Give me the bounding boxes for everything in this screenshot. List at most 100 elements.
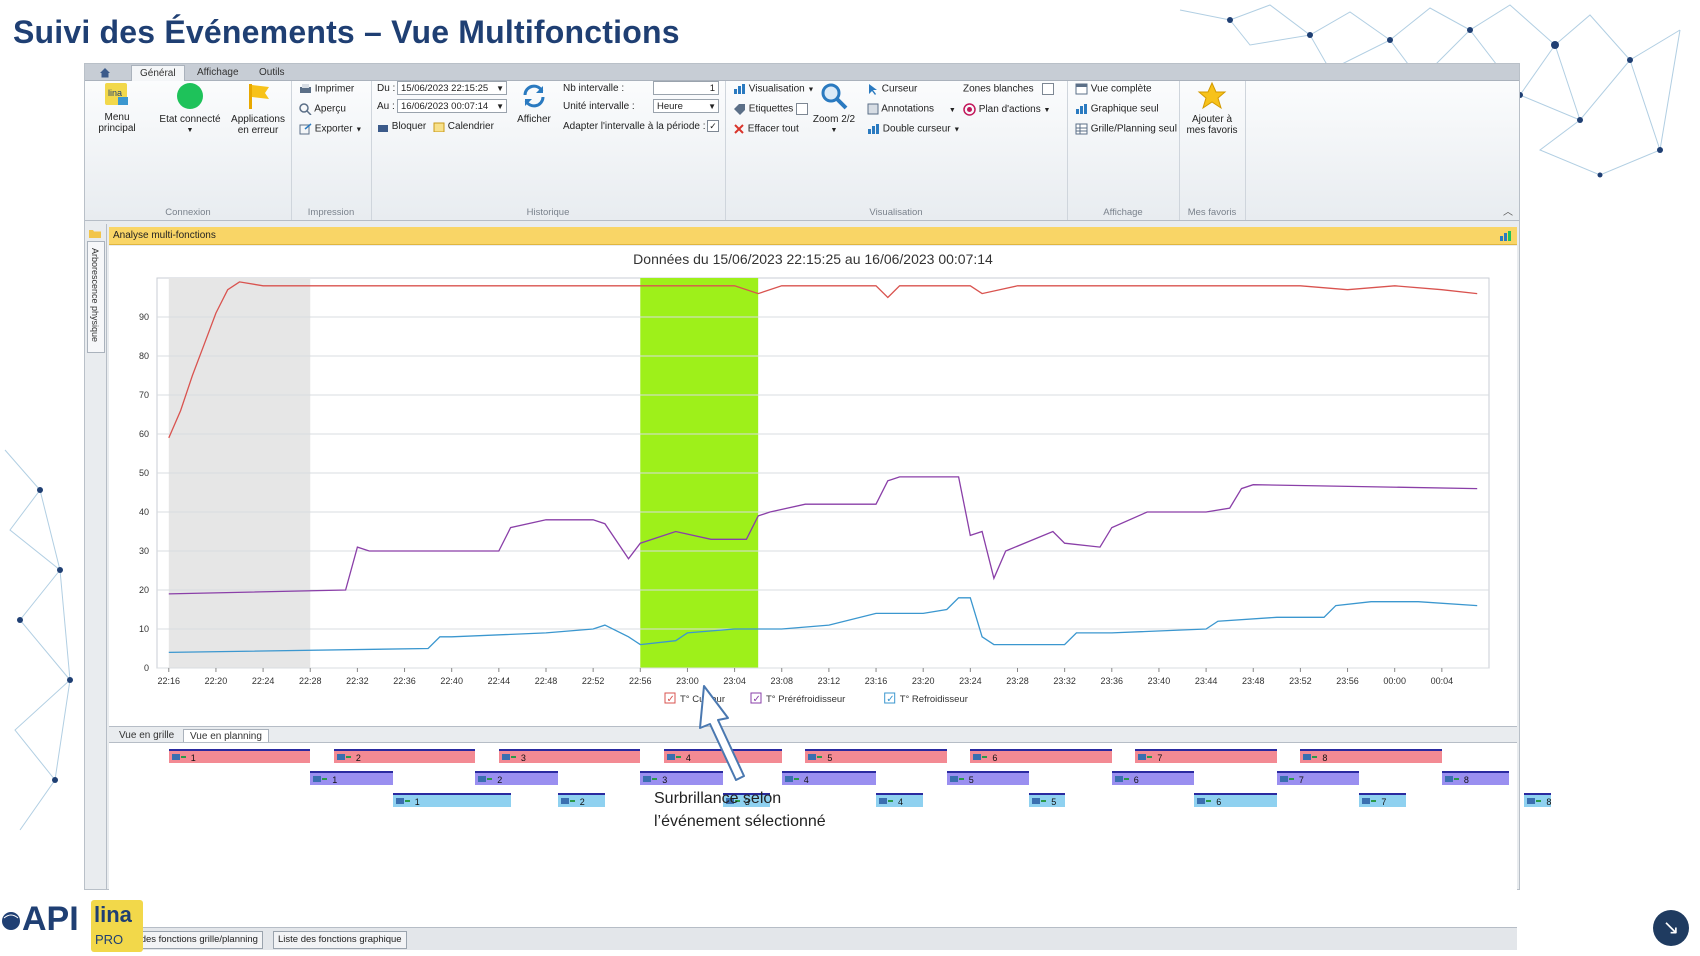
svg-text:lina: lina bbox=[108, 88, 122, 98]
x-tick-label: 22:48 bbox=[535, 676, 558, 686]
line-chart[interactable]: 0 10 20 30 40 50 60 70 80 90 22:16 22:20 22:24 22:28 2… bbox=[109, 246, 1517, 726]
planning-event[interactable]: 4 bbox=[781, 771, 877, 785]
zones-blanches-text: Zones blanches bbox=[963, 83, 1034, 95]
curseur-label: Curseur bbox=[881, 83, 918, 95]
arborescence-physique-tab[interactable]: Arborescence physique bbox=[87, 241, 105, 353]
planning-event[interactable]: 8 bbox=[1300, 749, 1442, 763]
applications-en-erreur-button[interactable]: Applications en erreur bbox=[227, 81, 289, 136]
group-visualisation: Visualisation ▼ Etiquettes Effacer tout … bbox=[725, 81, 1068, 220]
planning-event[interactable]: 8 bbox=[1441, 771, 1509, 785]
exporter-button[interactable]: Exporter ▼ bbox=[299, 123, 362, 135]
afficher-button[interactable]: Afficher bbox=[511, 81, 557, 125]
planning-event[interactable]: 4 bbox=[663, 749, 782, 763]
home-tab[interactable] bbox=[91, 65, 119, 80]
chevron-down-icon: ▼ bbox=[830, 127, 838, 134]
x-tick-label: 22:16 bbox=[158, 676, 181, 686]
x-tick-label: 00:00 bbox=[1383, 676, 1406, 686]
planning-event[interactable]: 6 bbox=[1111, 771, 1195, 785]
home-icon bbox=[100, 67, 110, 78]
planning-event[interactable]: 2 bbox=[475, 771, 558, 785]
x-tick-label: 22:44 bbox=[488, 676, 511, 686]
tab-affichage[interactable]: Affichage bbox=[189, 65, 247, 80]
planning-event[interactable]: 1 bbox=[392, 793, 511, 807]
vue-complete-button[interactable]: Vue complète bbox=[1075, 83, 1152, 95]
planning-event[interactable]: 7 bbox=[1276, 771, 1360, 785]
flag-icon bbox=[249, 84, 269, 109]
bloquer-button[interactable]: Bloquer bbox=[377, 121, 426, 132]
curseur-button[interactable]: Curseur bbox=[867, 83, 917, 95]
expand-arrow-button[interactable]: ↘ bbox=[1653, 910, 1689, 946]
grille-planning-seul-button[interactable]: Grille/Planning seul bbox=[1075, 123, 1177, 135]
y-tick-label: 50 bbox=[139, 468, 149, 478]
planning-event[interactable]: 6 bbox=[970, 749, 1112, 763]
du-date-field[interactable]: 15/06/2023 22:15:25 ▼ bbox=[397, 81, 507, 95]
chart-icon bbox=[1076, 104, 1087, 114]
event-icon bbox=[1279, 776, 1294, 782]
etat-connecte-button[interactable]: Etat connecté ▼ bbox=[159, 81, 221, 136]
planning-event[interactable]: 3 bbox=[498, 749, 641, 763]
menu-principal-label: Menu principal bbox=[98, 112, 136, 134]
tab-general[interactable]: Général bbox=[131, 65, 185, 81]
double-curseur-button[interactable]: Double curseur ▼ bbox=[867, 123, 960, 135]
event-label: 7 bbox=[1157, 753, 1163, 763]
legend-label-1: T° Cuiseur bbox=[680, 694, 725, 705]
au-date-field[interactable]: 16/06/2023 00:07:14 ▼ bbox=[397, 99, 507, 113]
grille-planning-seul-label: Grille/Planning seul bbox=[1090, 123, 1177, 135]
annotations-button[interactable]: Annotations ▼ bbox=[867, 103, 956, 115]
menu-principal-button[interactable]: lina Menu principal bbox=[87, 81, 147, 134]
etiquettes-checkbox[interactable] bbox=[796, 103, 809, 115]
imprimer-button[interactable]: Imprimer bbox=[299, 83, 354, 95]
event-icon bbox=[1032, 798, 1047, 804]
y-tick-label: 90 bbox=[139, 312, 149, 322]
zoom-button[interactable]: Zoom 2/2 ▼ bbox=[811, 81, 857, 136]
magnifier-icon bbox=[299, 103, 312, 115]
planning-event[interactable]: 8 bbox=[1524, 793, 1552, 807]
status-bar: Liste des fonctions grille/planning List… bbox=[109, 927, 1517, 950]
event-label: 2 bbox=[355, 753, 361, 763]
effacer-tout-button[interactable]: Effacer tout bbox=[733, 123, 799, 135]
planning-event[interactable]: 3 bbox=[640, 771, 723, 785]
tab-outils[interactable]: Outils bbox=[251, 65, 293, 80]
zones-blanches-label: Zones blanches bbox=[963, 83, 1055, 95]
planning-event[interactable]: 2 bbox=[557, 793, 605, 807]
plan-actions-button[interactable]: Plan d'actions ▼ bbox=[963, 103, 1050, 116]
event-label: 8 bbox=[1546, 797, 1552, 807]
x-tick-label: 22:36 bbox=[393, 676, 416, 686]
nb-intervalle-value: 1 bbox=[709, 83, 715, 94]
planning-event[interactable]: 5 bbox=[1029, 793, 1065, 807]
event-label: 8 bbox=[1463, 775, 1469, 785]
x-tick-label: 22:40 bbox=[440, 676, 463, 686]
unite-intervalle-select[interactable]: Heure ▼ bbox=[653, 99, 719, 113]
adapter-intervalle-checkbox[interactable]: ✓ bbox=[707, 120, 719, 132]
event-label: 3 bbox=[662, 775, 668, 785]
event-icon bbox=[949, 776, 964, 782]
planning-event[interactable]: 5 bbox=[805, 749, 947, 763]
planning-event[interactable]: 7 bbox=[1359, 793, 1407, 807]
etiquettes-button[interactable]: Etiquettes bbox=[733, 103, 809, 115]
planning-event[interactable]: 2 bbox=[333, 749, 476, 763]
liste-fonctions-graphique-button[interactable]: Liste des fonctions graphique bbox=[273, 931, 407, 949]
visualisation-button[interactable]: Visualisation ▼ bbox=[733, 83, 814, 95]
export-icon bbox=[299, 123, 312, 135]
graphique-seul-button[interactable]: Graphique seul bbox=[1075, 103, 1159, 115]
x-tick-label: 23:44 bbox=[1195, 676, 1218, 686]
planning-event[interactable]: 5 bbox=[946, 771, 1030, 785]
tab-vue-en-grille[interactable]: Vue en grille bbox=[113, 729, 180, 743]
calendrier-button[interactable]: Calendrier bbox=[433, 121, 494, 132]
planning-event[interactable]: 4 bbox=[876, 793, 924, 807]
nb-intervalle-field[interactable]: 1 bbox=[653, 81, 719, 95]
planning-event[interactable]: 6 bbox=[1194, 793, 1277, 807]
apercu-button[interactable]: Aperçu bbox=[299, 103, 346, 115]
event-icon bbox=[313, 776, 328, 782]
ajouter-favoris-button[interactable]: Ajouter à mes favoris bbox=[1181, 81, 1243, 136]
zones-blanches-checkbox[interactable] bbox=[1042, 83, 1055, 95]
chart-settings-icon[interactable] bbox=[1499, 230, 1513, 242]
double-curseur-label: Double curseur bbox=[882, 123, 951, 135]
chart-icon bbox=[734, 84, 745, 94]
event-label: 5 bbox=[827, 753, 833, 763]
planning-event[interactable]: 7 bbox=[1135, 749, 1277, 763]
planning-event[interactable]: 1 bbox=[310, 771, 393, 785]
event-label: 2 bbox=[497, 775, 503, 785]
planning-event[interactable]: 1 bbox=[168, 749, 311, 763]
collapse-ribbon-button[interactable]: ︿ bbox=[1503, 203, 1513, 218]
